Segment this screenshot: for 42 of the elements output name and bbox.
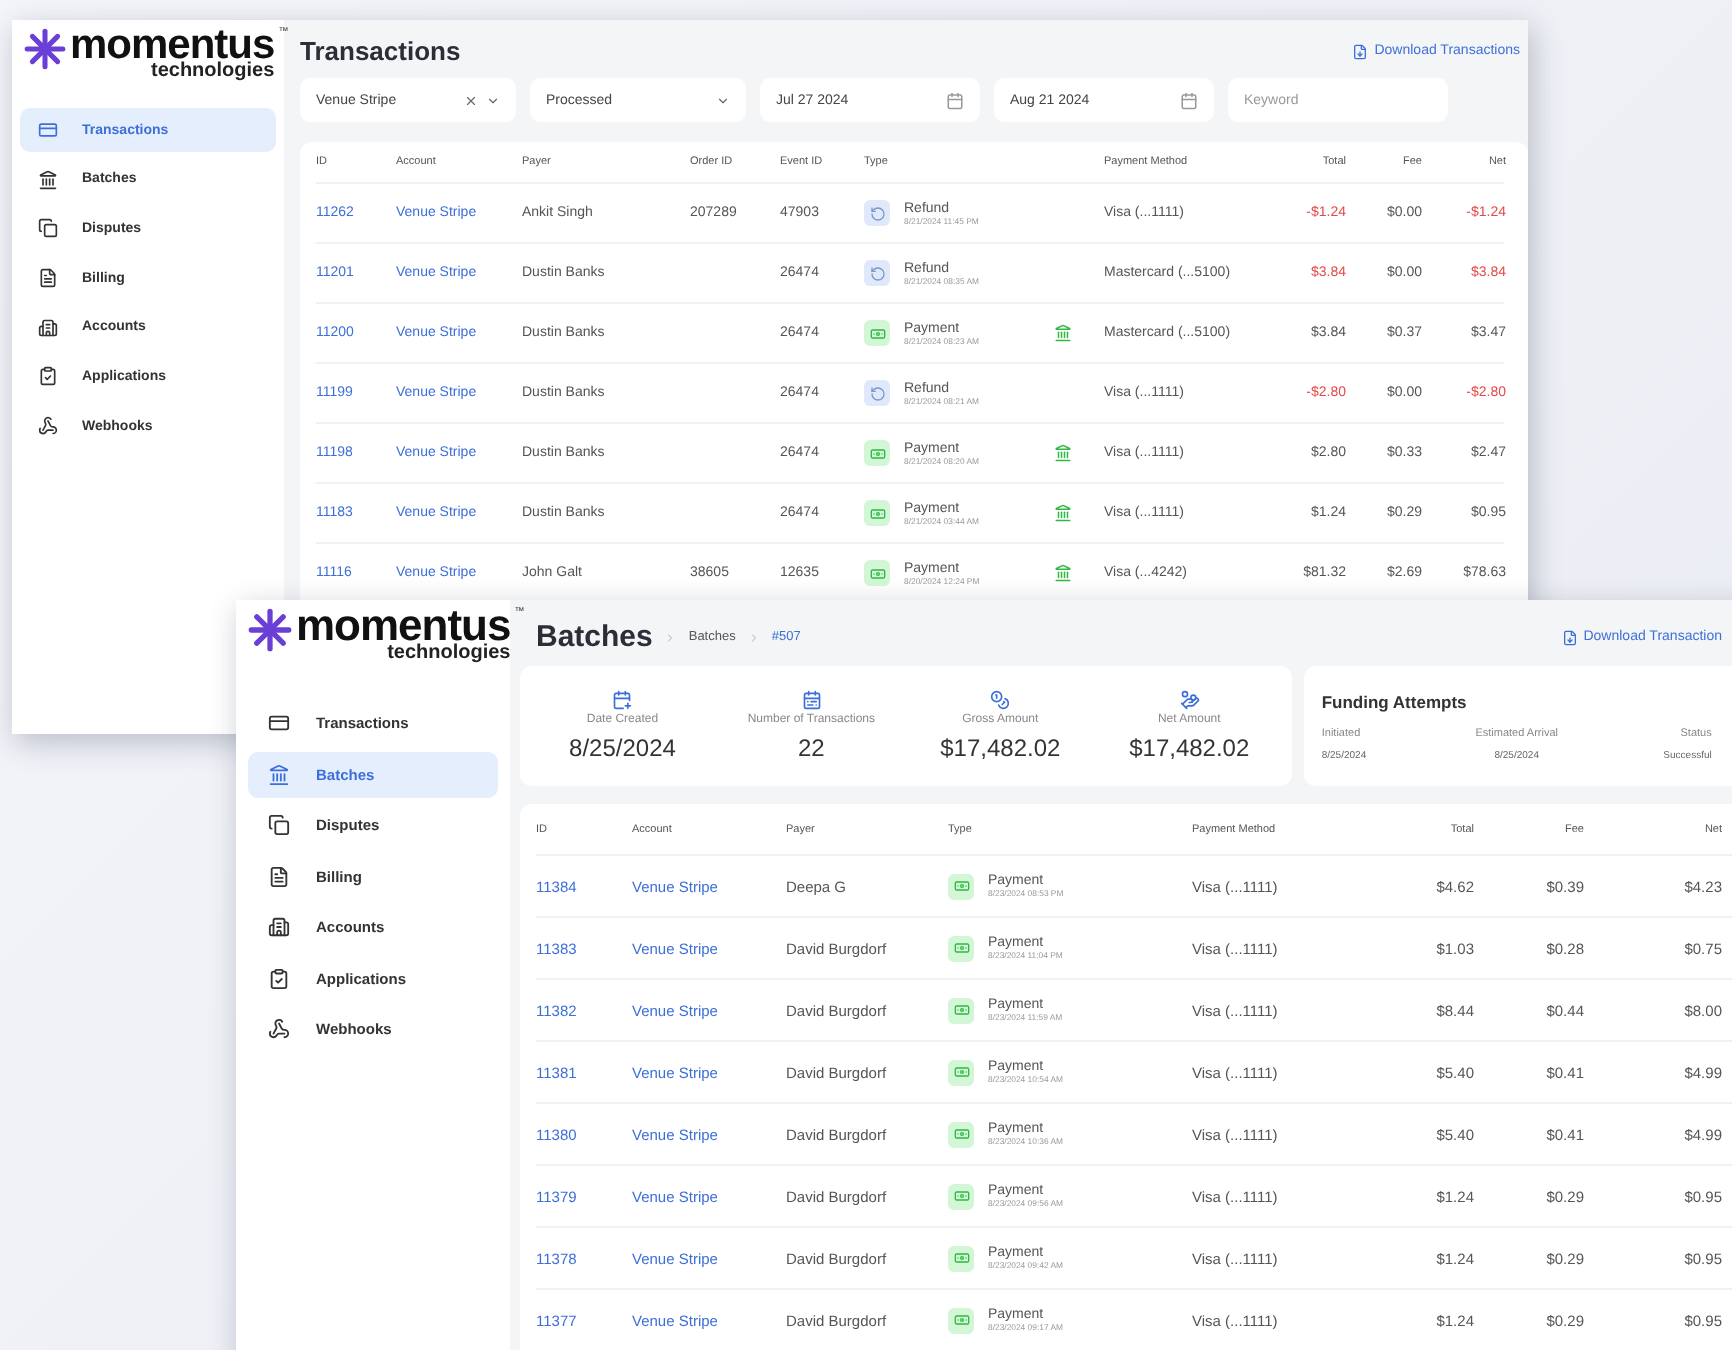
building-icon [268,916,290,939]
stat-value: 22 [798,734,825,762]
stat-value: 8/25/2024 [569,734,676,762]
download-icon [1352,43,1369,59]
page-title: Transactions [300,36,461,66]
download-icon [1561,629,1578,645]
bank-icon [1054,503,1072,521]
calendar-icon [1180,91,1198,109]
calendar-range-icon [801,690,822,710]
calendar-icon [946,91,964,109]
bank-icon [38,169,58,190]
copy-icon [268,814,290,837]
clipboard-check-icon [38,366,58,387]
building-icon [38,317,58,338]
webhook-icon [268,1018,290,1041]
document-icon [268,865,290,888]
copy-icon [38,218,58,239]
clipboard-check-icon [268,967,290,990]
hand-coins-icon [1179,690,1200,710]
bank-icon [268,763,290,786]
bank-icon [1054,563,1072,581]
chevron-down-icon [716,93,730,107]
bank-icon [1054,323,1072,341]
chevron-right-icon [747,631,760,643]
page-title: Batches [536,620,653,654]
brand-tagline: technologies [387,644,511,664]
bank-icon [1054,443,1072,461]
chevron-right-icon [664,631,677,643]
document-icon [38,268,58,289]
clear-icon[interactable] [464,93,478,107]
webhook-icon [38,416,58,437]
credit-card-icon [268,712,290,735]
credit-card-icon [38,120,58,140]
brand-tagline: technologies [151,62,275,82]
asterisk-icon [24,28,66,70]
chevron-down-icon [486,93,500,107]
coins-icon [990,690,1011,710]
card-title: Funding Attempts [1321,692,1467,712]
stat-value: $17,482.02 [1129,734,1250,762]
calendar-plus-icon [612,690,633,710]
stat-value: $17,482.02 [940,734,1061,762]
asterisk-icon [248,608,292,652]
